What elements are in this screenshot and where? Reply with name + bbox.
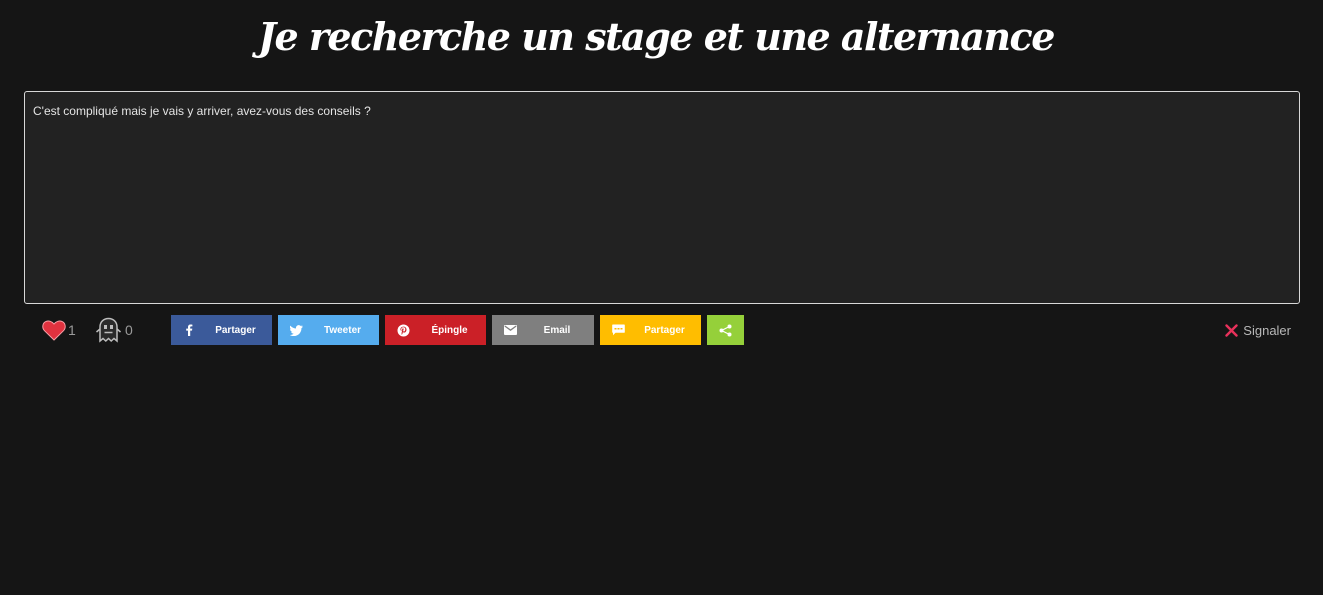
like-button[interactable]: 1 <box>42 315 76 345</box>
twitter-icon <box>278 324 314 336</box>
facebook-share-label: Partager <box>215 324 256 336</box>
pinterest-share-button[interactable]: Épingle <box>385 315 486 345</box>
email-share-button[interactable]: Email <box>492 315 594 345</box>
more-share-button[interactable] <box>707 315 744 345</box>
sms-share-button[interactable]: Partager <box>600 315 701 345</box>
sms-share-label: Partager <box>644 324 685 336</box>
post-content-box: C'est compliqué mais je vais y arriver, … <box>24 91 1300 304</box>
share-icon <box>707 324 744 337</box>
twitter-share-button[interactable]: Tweeter <box>278 315 379 345</box>
mail-icon <box>492 325 528 335</box>
post-body: C'est compliqué mais je vais y arriver, … <box>33 104 371 118</box>
ghost-reaction-button[interactable]: 0 <box>95 315 133 345</box>
report-label: Signaler <box>1243 322 1291 338</box>
ghost-icon <box>96 317 121 343</box>
facebook-icon <box>171 324 207 336</box>
twitter-share-label: Tweeter <box>323 324 362 336</box>
close-icon <box>1225 323 1238 337</box>
pinterest-share-label: Épingle <box>431 324 468 336</box>
pinterest-icon <box>385 324 421 337</box>
heart-icon <box>42 320 66 341</box>
post-title: Je recherche un stage et une alternance <box>258 14 1055 59</box>
page: Je recherche un stage et une alternance … <box>0 0 1323 595</box>
sms-icon <box>600 324 636 336</box>
post-actions-bar: 1 0 Partager Tweeter Épingle Email Parta… <box>0 315 1323 345</box>
like-count: 1 <box>68 322 76 338</box>
ghost-count: 0 <box>125 322 133 338</box>
facebook-share-button[interactable]: Partager <box>171 315 272 345</box>
email-share-label: Email <box>543 324 571 336</box>
report-button[interactable]: Signaler <box>1225 315 1291 345</box>
